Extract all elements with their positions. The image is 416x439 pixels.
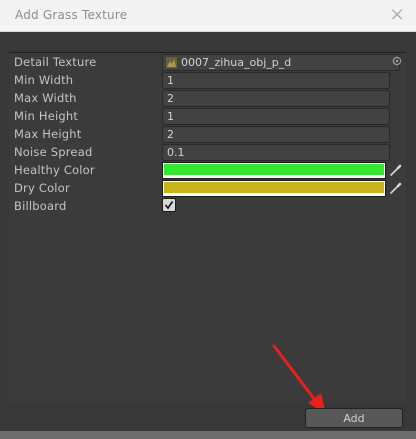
min-width-row: Min Width 1 <box>9 72 406 90</box>
min-height-field[interactable]: 1 <box>162 108 390 125</box>
title-bar: Add Grass Texture × <box>0 0 416 32</box>
background-scene-strip <box>0 431 416 439</box>
dry-color-row: Dry Color <box>9 180 406 198</box>
window-title: Add Grass Texture <box>15 8 128 22</box>
billboard-checkbox[interactable] <box>162 198 176 212</box>
dry-color-swatch <box>164 182 384 193</box>
min-height-row: Min Height 1 <box>9 108 406 126</box>
healthy-color-row: Healthy Color <box>9 162 406 180</box>
noise-spread-row: Noise Spread 0.1 <box>9 144 406 162</box>
object-picker-icon[interactable] <box>392 56 402 66</box>
checkmark-icon <box>164 201 174 210</box>
billboard-row: Billboard <box>9 198 406 216</box>
max-width-row: Max Width 2 <box>9 90 406 108</box>
eyedropper-icon[interactable] <box>389 163 403 177</box>
eyedropper-icon[interactable] <box>389 181 403 195</box>
min-width-field[interactable]: 1 <box>162 72 390 89</box>
noise-spread-label: Noise Spread <box>14 145 93 159</box>
healthy-color-label: Healthy Color <box>14 163 95 177</box>
detail-texture-label: Detail Texture <box>14 55 97 69</box>
texture-icon <box>166 57 177 68</box>
settings-panel: Detail Texture 0007_zihua_obj_p_d Min Wi… <box>9 52 406 403</box>
add-button[interactable]: Add <box>305 408 403 428</box>
close-icon[interactable]: × <box>388 6 406 24</box>
max-width-label: Max Width <box>14 91 77 105</box>
max-height-label: Max Height <box>14 127 82 141</box>
min-height-label: Min Height <box>14 109 79 123</box>
max-width-field[interactable]: 2 <box>162 90 390 107</box>
billboard-label: Billboard <box>14 199 67 213</box>
detail-texture-field[interactable]: 0007_zihua_obj_p_d <box>162 54 400 71</box>
max-height-row: Max Height 2 <box>9 126 406 144</box>
dry-color-label: Dry Color <box>14 181 70 195</box>
min-width-label: Min Width <box>14 73 74 87</box>
healthy-color-field[interactable] <box>162 162 386 179</box>
noise-spread-field[interactable]: 0.1 <box>162 144 390 161</box>
dry-color-field[interactable] <box>162 180 386 197</box>
red-arrow-annotation-icon <box>272 344 326 414</box>
add-grass-texture-dialog: Add Grass Texture × Detail Texture 0007_… <box>0 0 416 439</box>
detail-texture-row: Detail Texture 0007_zihua_obj_p_d <box>9 54 406 72</box>
max-height-field[interactable]: 2 <box>162 126 390 143</box>
healthy-color-swatch <box>164 164 384 175</box>
